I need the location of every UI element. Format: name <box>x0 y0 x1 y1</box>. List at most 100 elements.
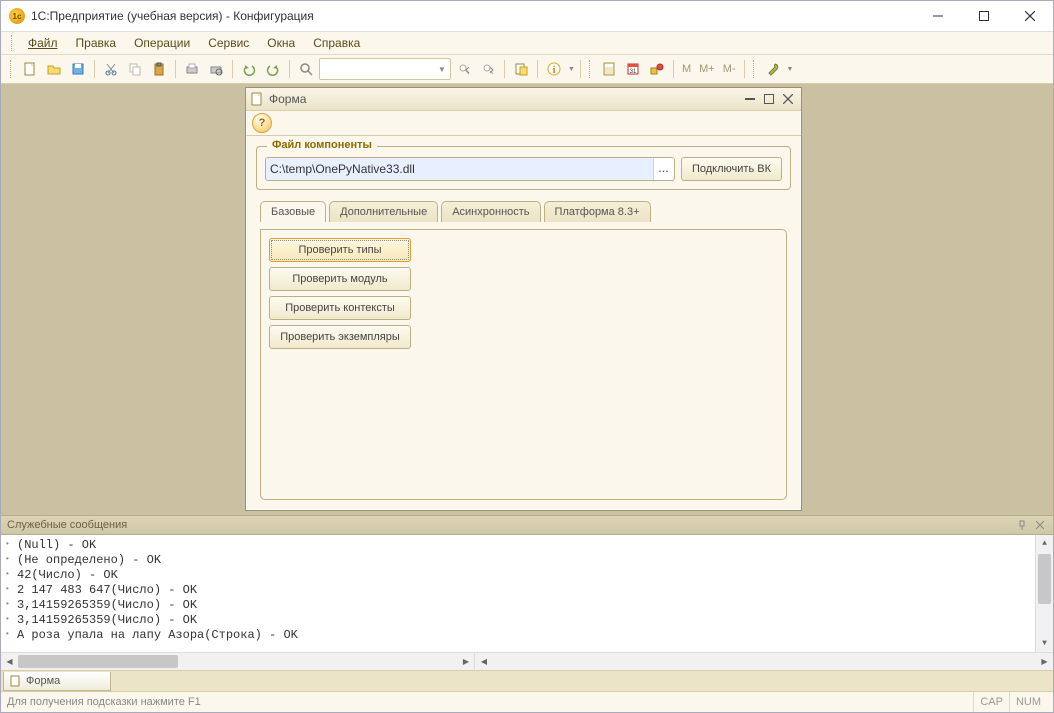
memory-mplus-button[interactable]: M+ <box>696 63 718 75</box>
clipboard-icon[interactable] <box>510 58 532 80</box>
messages-hscroll-row: ◀ ▶ ◀ ▶ <box>1 652 1053 670</box>
main-toolbar: ▼ i ▼ 31 M M+ M- ▼ <box>1 55 1053 84</box>
close-button[interactable] <box>1007 1 1053 31</box>
window-title: 1С:Предприятие (учебная версия) - Конфиг… <box>31 9 314 23</box>
toolbar-grip-1[interactable] <box>10 60 14 78</box>
tab-pane-basic: Проверить типы Проверить модуль Проверит… <box>260 229 787 500</box>
new-doc-icon[interactable] <box>19 58 41 80</box>
form-toolbar: ? <box>246 111 801 136</box>
message-line[interactable]: •3,14159265359(Число) - OK <box>1 597 1035 612</box>
messages-close-icon[interactable] <box>1033 518 1047 532</box>
file-component-group: Файл компоненты C:\temp\OnePyNative33.dl… <box>256 146 791 190</box>
message-line[interactable]: •(Null) - OK <box>1 537 1035 552</box>
dropdown-arrow-icon: ▼ <box>434 65 450 74</box>
scroll-right-icon[interactable]: ▶ <box>1036 653 1053 670</box>
file-path-input-wrap: C:\temp\OnePyNative33.dll ... <box>265 157 675 181</box>
form-titlebar[interactable]: Форма <box>246 88 801 111</box>
menu-bar: Файл Правка Операции Сервис Окна Справка <box>1 32 1053 55</box>
menu-windows[interactable]: Окна <box>258 34 304 52</box>
svg-text:i: i <box>553 65 556 76</box>
tab-platform[interactable]: Платформа 8.3+ <box>544 201 651 222</box>
connect-vk-button[interactable]: Подключить ВК <box>681 157 782 181</box>
menu-operations[interactable]: Операции <box>125 34 199 52</box>
document-icon <box>10 675 22 687</box>
menu-service[interactable]: Сервис <box>199 34 258 52</box>
message-line[interactable]: •3,14159265359(Число) - OK <box>1 612 1035 627</box>
messages-hscrollbar-right[interactable]: ◀ ▶ <box>475 653 1053 670</box>
undo-icon[interactable] <box>238 58 260 80</box>
find-next-icon[interactable] <box>453 58 475 80</box>
messages-vscrollbar[interactable]: ▲ ▼ <box>1035 535 1053 652</box>
help-icon[interactable]: ? <box>252 113 272 133</box>
messages-list[interactable]: •(Null) - OK •(Не определено) - OK •42(Ч… <box>1 535 1035 652</box>
save-icon[interactable] <box>67 58 89 80</box>
print-preview-icon[interactable] <box>205 58 227 80</box>
memory-m-button[interactable]: M <box>679 63 694 75</box>
minimize-button[interactable] <box>915 1 961 31</box>
messages-panel-header: Служебные сообщения <box>1 515 1053 535</box>
message-line[interactable]: •(Не определено) - OK <box>1 552 1035 567</box>
info-icon[interactable]: i <box>543 58 565 80</box>
document-icon <box>250 92 264 106</box>
workspace: Форма ? Файл компоненты C:\temp\OnePyNat… <box>1 84 1053 515</box>
scroll-left-icon[interactable]: ◀ <box>475 653 492 670</box>
message-line[interactable]: •2 147 483 647(Число) - OK <box>1 582 1035 597</box>
status-cap: CAP <box>973 692 1009 712</box>
status-bar: Для получения подсказки нажмите F1 CAP N… <box>1 691 1053 712</box>
messages-panel: •(Null) - OK •(Не определено) - OK •42(Ч… <box>1 535 1053 652</box>
check-module-button[interactable]: Проверить модуль <box>269 267 411 291</box>
cut-icon[interactable] <box>100 58 122 80</box>
memory-mminus-button[interactable]: M- <box>720 63 739 75</box>
copy-icon[interactable] <box>124 58 146 80</box>
form-window: Форма ? Файл компоненты C:\temp\OnePyNat… <box>245 87 802 511</box>
form-maximize-button[interactable] <box>760 91 778 107</box>
scroll-up-icon[interactable]: ▲ <box>1036 535 1053 552</box>
tab-additional[interactable]: Дополнительные <box>329 201 438 222</box>
find-prev-icon[interactable] <box>477 58 499 80</box>
tab-async[interactable]: Асинхронность <box>441 201 540 222</box>
check-contexts-button[interactable]: Проверить контексты <box>269 296 411 320</box>
wrench-icon[interactable] <box>762 58 784 80</box>
form-title: Форма <box>269 92 306 106</box>
status-hint: Для получения подсказки нажмите F1 <box>7 696 201 708</box>
open-icon[interactable] <box>43 58 65 80</box>
tab-basic[interactable]: Базовые <box>260 201 326 222</box>
app-icon: 1c <box>9 8 25 24</box>
messages-panel-title: Служебные сообщения <box>7 519 127 531</box>
file-path-input[interactable]: C:\temp\OnePyNative33.dll <box>266 158 653 180</box>
tabstrip: Базовые Дополнительные Асинхронность Пла… <box>256 200 791 221</box>
maximize-button[interactable] <box>961 1 1007 31</box>
message-line[interactable]: •А роза упала на лапу Азора(Строка) - OK <box>1 627 1035 642</box>
message-line[interactable]: •42(Число) - OK <box>1 567 1035 582</box>
toolbar-grip-2[interactable] <box>589 60 593 78</box>
form-close-button[interactable] <box>779 91 797 107</box>
form-minimize-button[interactable] <box>741 91 759 107</box>
menubar-grip[interactable] <box>11 35 15 51</box>
menu-help[interactable]: Справка <box>304 34 369 52</box>
browse-button[interactable]: ... <box>653 158 674 180</box>
window-titlebar: 1c 1С:Предприятие (учебная версия) - Кон… <box>1 1 1053 32</box>
window-tab-form[interactable]: Форма <box>3 672 111 691</box>
toolbar-grip-3[interactable] <box>753 60 757 78</box>
scroll-right-icon[interactable]: ▶ <box>457 653 474 670</box>
redo-icon[interactable] <box>262 58 284 80</box>
find-icon[interactable] <box>295 58 317 80</box>
wrench-dropdown-icon[interactable]: ▼ <box>786 66 794 73</box>
scroll-down-icon[interactable]: ▼ <box>1036 635 1053 652</box>
paste-icon[interactable] <box>148 58 170 80</box>
menu-file[interactable]: Файл <box>19 34 67 52</box>
window-tab-bar: Форма <box>1 670 1053 691</box>
messages-hscrollbar-left[interactable]: ◀ ▶ <box>1 653 475 670</box>
info-dropdown-icon[interactable]: ▼ <box>567 66 575 73</box>
check-instances-button[interactable]: Проверить экземпляры <box>269 325 411 349</box>
calendar-icon[interactable]: 31 <box>622 58 644 80</box>
scroll-left-icon[interactable]: ◀ <box>1 653 18 670</box>
menu-edit[interactable]: Правка <box>67 34 126 52</box>
svg-text:31: 31 <box>630 69 637 75</box>
calc-icon[interactable] <box>598 58 620 80</box>
messages-pin-icon[interactable] <box>1015 518 1029 532</box>
tools-icon[interactable] <box>646 58 668 80</box>
check-types-button[interactable]: Проверить типы <box>269 238 411 262</box>
print-icon[interactable] <box>181 58 203 80</box>
search-combo[interactable]: ▼ <box>319 58 451 80</box>
